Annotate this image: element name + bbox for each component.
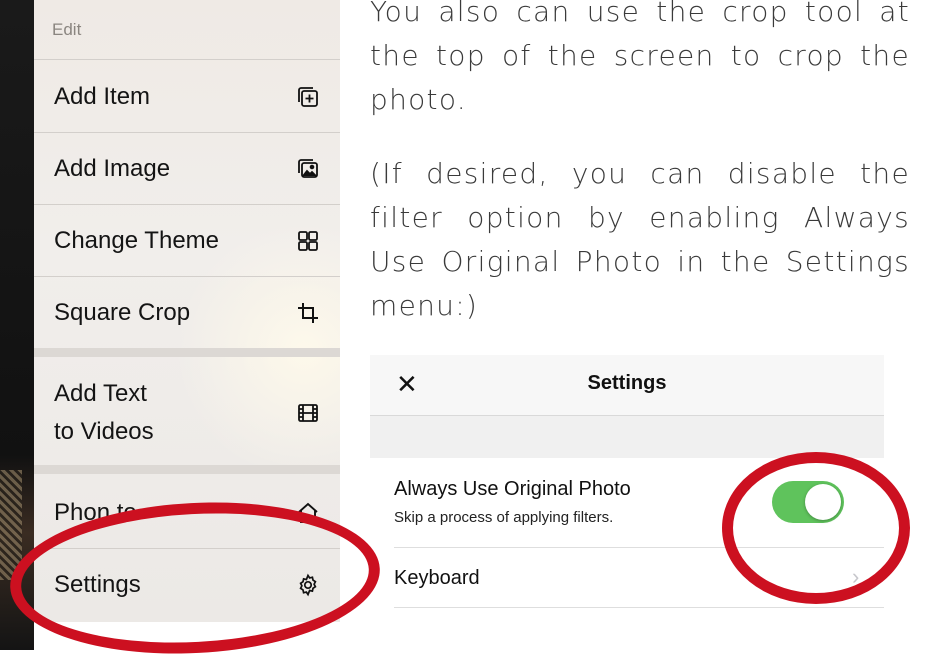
menu-separator — [34, 276, 340, 277]
always-use-original-photo-subtitle: Skip a process of applying filters. — [394, 509, 614, 526]
menu-item-label: Change Theme — [54, 227, 219, 254]
keyboard-row-label[interactable]: Keyboard — [394, 567, 480, 590]
menu-item-change-theme[interactable]: Change Theme — [34, 222, 340, 260]
menu-item-square-crop[interactable]: Square Crop — [34, 294, 340, 332]
menu-item-label-line-2: to Videos — [54, 418, 154, 445]
menu-item-label: Add Item — [54, 83, 151, 110]
add-image-icon — [294, 155, 322, 183]
menu-separator — [34, 59, 340, 60]
always-use-original-photo-label: Always Use Original Photo — [394, 478, 631, 500]
crop-icon — [294, 299, 322, 327]
menu-header: Edit — [52, 20, 82, 39]
menu-item-label: Add Text to Videos — [54, 375, 154, 451]
article-paragraph-filter: (If desired, you can disable the filter … — [370, 157, 910, 322]
menu-group-divider — [34, 348, 340, 357]
menu-item-add-text-to-videos[interactable]: Add Text to Videos — [34, 375, 340, 451]
menu-item-add-image[interactable]: Add Image — [34, 150, 340, 188]
menu-separator — [34, 204, 340, 205]
settings-title: Settings — [587, 372, 667, 394]
menu-group-divider — [34, 465, 340, 474]
toggle-highlight-ring — [722, 452, 910, 604]
menu-item-label-line-1: Add Text — [54, 380, 147, 407]
article-paragraph-crop: You also can use the crop tool at the to… — [370, 0, 910, 116]
film-icon — [294, 399, 322, 427]
grid-icon — [294, 227, 322, 255]
settings-row-divider — [394, 607, 884, 608]
menu-item-add-item[interactable]: Add Item — [34, 78, 340, 116]
add-item-icon — [294, 83, 322, 111]
menu-item-label: Add Image — [54, 155, 171, 182]
menu-item-label: Square Crop — [54, 299, 191, 326]
menu-separator — [34, 132, 340, 133]
settings-nav-bar: ✕ Settings — [370, 355, 884, 416]
